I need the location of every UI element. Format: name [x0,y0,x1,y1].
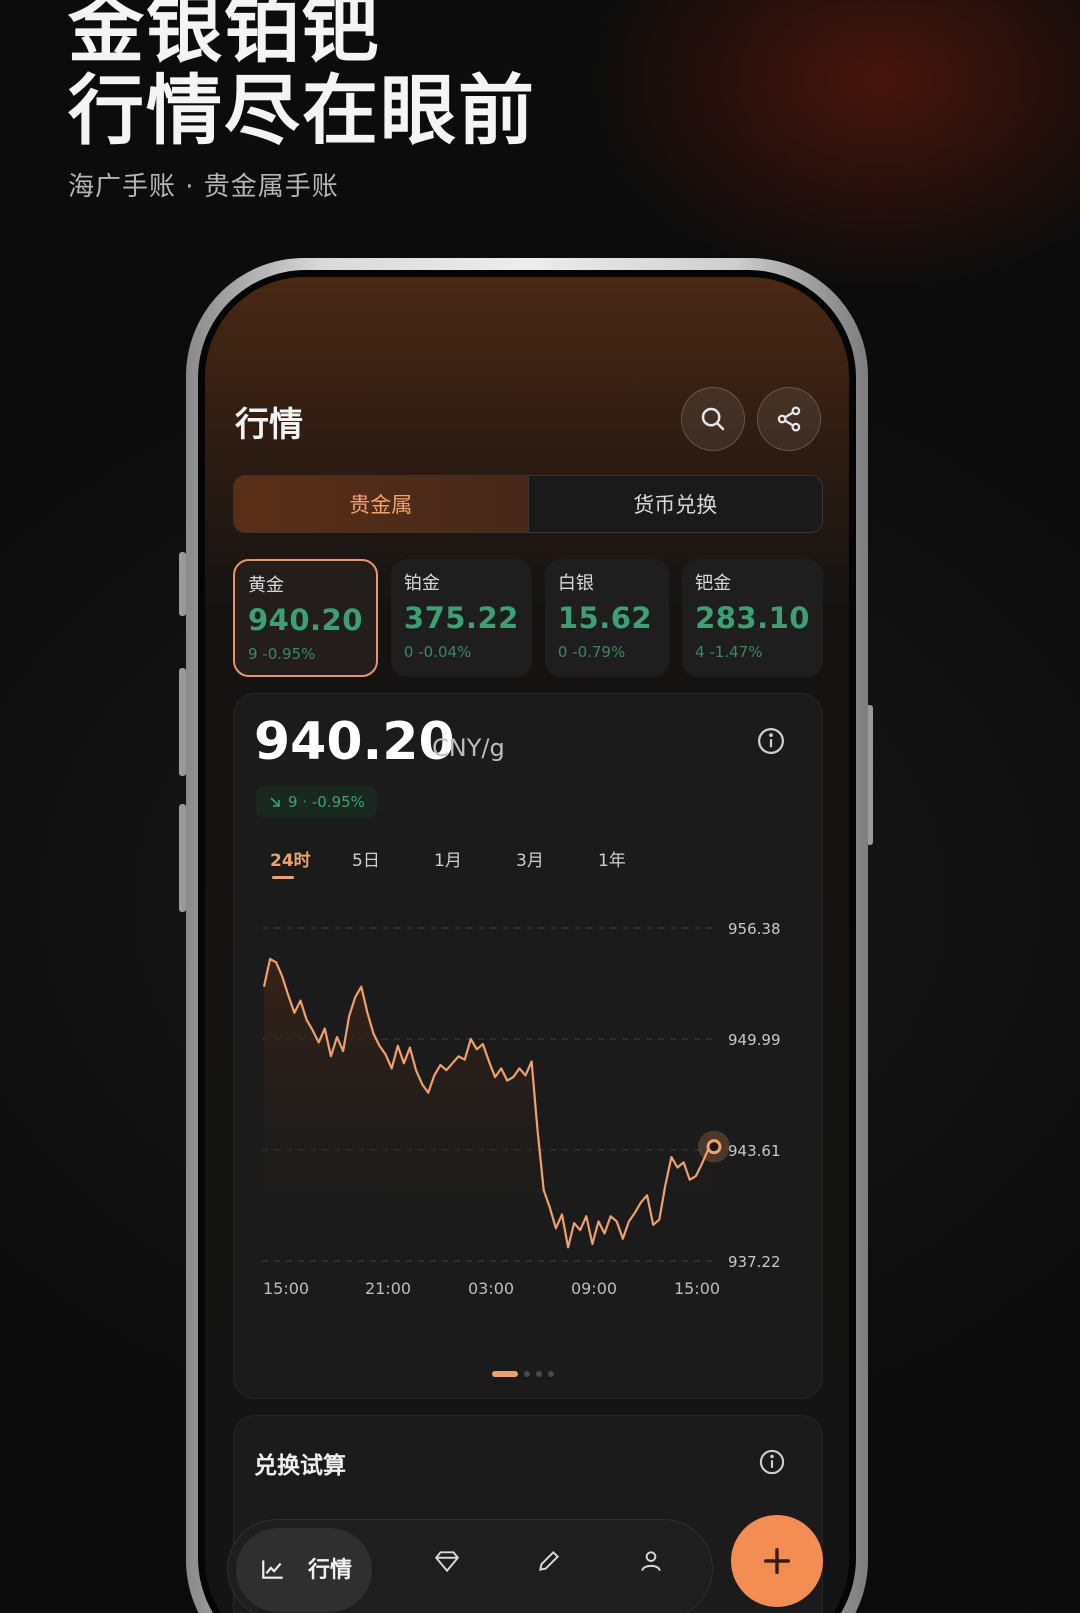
segment-precious-metals[interactable]: 贵金属 [234,476,528,532]
metal-change: 9 -0.95% [248,645,316,663]
range-tab-3m[interactable]: 3月 [502,846,584,871]
phone-bezel: 行情 贵金属 货币兑换 黄金 940.20 9 -0.95% 铂金 375.22… [198,270,856,1613]
page-title: 行情 [235,405,303,445]
bottom-nav: 行情 [227,1519,713,1613]
promo-headline-line2: 行情尽在眼前 [68,66,536,155]
pen-icon[interactable] [536,1548,562,1574]
metal-cards: 黄金 940.20 9 -0.95% 铂金 375.22 0 -0.04% 白银… [233,559,823,677]
phone-button-action [179,552,186,616]
promo-headline-line1: 金银铂钯 [68,0,380,73]
share-icon [777,406,801,432]
range-tabs: 24时 5日 1月 3月 1年 [256,846,666,879]
diamond-icon[interactable] [434,1548,460,1574]
range-tab-24h[interactable]: 24时 [256,846,338,879]
y-tick-label: 956.38 [728,920,781,938]
x-tick-label: 21:00 [365,1279,411,1298]
range-tab-5d[interactable]: 5日 [338,846,420,871]
info-icon[interactable] [756,726,786,756]
x-tick-label: 15:00 [674,1279,720,1298]
phone-button-volume-up [179,668,186,776]
x-tick-label: 03:00 [468,1279,514,1298]
user-icon[interactable] [638,1548,664,1574]
share-button[interactable] [757,387,821,451]
chart-icon [262,1560,283,1579]
segment-currency-exchange[interactable]: 货币兑换 [527,476,823,532]
plus-icon [763,1547,791,1575]
current-point[interactable] [706,1139,722,1155]
chart-pager [492,1371,554,1377]
promo-headline: 金银铂钯 行情尽在眼前 [68,0,536,152]
pager-dot-3[interactable] [536,1371,542,1377]
pager-dot-1[interactable] [492,1371,518,1377]
pager-dot-4[interactable] [548,1371,554,1377]
metal-name: 钯金 [695,573,732,594]
promo-subtitle: 海广手账 · 贵金属手账 [68,172,339,202]
add-button[interactable] [731,1515,823,1607]
range-tab-1y[interactable]: 1年 [584,846,666,871]
change-badge: 9 · -0.95% [256,786,377,818]
price-unit: CNY/g [432,734,505,762]
y-tick-label: 937.22 [728,1253,781,1271]
nav-item-market[interactable]: 行情 [236,1528,372,1612]
metal-change: 0 -0.04% [403,643,472,661]
change-badge-text: 9 · -0.95% [288,793,365,811]
pager-dot-2[interactable] [524,1371,530,1377]
category-segmented-control: 贵金属 货币兑换 [233,475,823,533]
price-area-fill [264,958,714,1261]
x-tick-label: 09:00 [571,1279,617,1298]
app-screen: 行情 贵金属 货币兑换 黄金 940.20 9 -0.95% 铂金 375.22… [205,277,849,1613]
price-chart-card: 940.20 CNY/g 9 · -0.95% 24时 5日 1月 3月 1年 [233,693,823,1399]
y-tick-label: 949.99 [728,1031,781,1049]
info-icon[interactable] [758,1448,786,1476]
nav-item-market-label: 行情 [308,1558,353,1583]
metal-price: 283.10 [695,601,810,635]
x-tick-label: 15:00 [263,1279,309,1298]
metal-card-platinum[interactable]: 铂金 375.22 0 -0.04% [390,559,532,677]
metal-change: 0 -0.79% [557,643,626,661]
current-price: 940.20 [254,712,455,772]
metal-card-gold[interactable]: 黄金 940.20 9 -0.95% [233,559,378,677]
phone-frame: 行情 贵金属 货币兑换 黄金 940.20 9 -0.95% 铂金 375.22… [186,258,868,1613]
range-tab-1m[interactable]: 1月 [420,846,502,871]
metal-name: 黄金 [248,575,284,596]
y-tick-label: 943.61 [728,1142,781,1160]
trend-down-icon [270,797,280,807]
metal-price: 15.62 [557,601,653,635]
search-button[interactable] [681,387,745,451]
metal-price: 375.22 [403,601,519,635]
conversion-title: 兑换试算 [254,1453,346,1479]
phone-button-volume-down [179,804,186,912]
metal-name: 铂金 [403,573,440,594]
metal-card-palladium[interactable]: 钯金 283.10 4 -1.47% [682,559,823,677]
metal-name: 白银 [557,573,594,594]
metal-card-silver[interactable]: 白银 15.62 0 -0.79% [544,559,670,677]
metal-change: 4 -1.47% [695,643,763,661]
price-line-chart[interactable]: 956.38 949.99 943.61 937.22 15:00 21:00 03:00 0… [234,894,824,1314]
search-icon [701,407,725,431]
metal-price: 940.20 [248,603,363,637]
